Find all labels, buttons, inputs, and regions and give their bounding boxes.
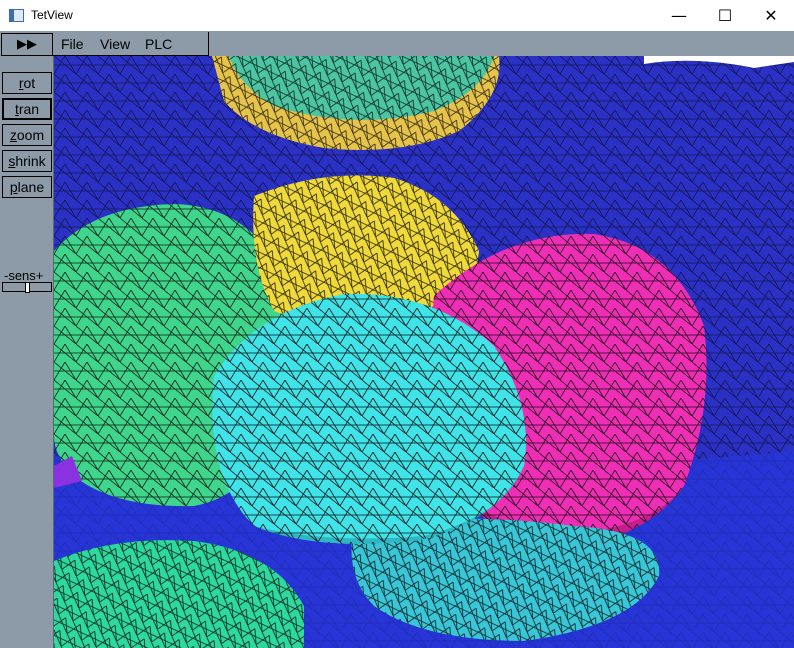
window-title: TetView (31, 8, 73, 22)
3d-mesh-viewport[interactable] (54, 56, 794, 648)
zoom-button-label: oom (16, 127, 45, 143)
menu-area: File View PLC (53, 32, 209, 56)
menu-file[interactable]: File (61, 36, 84, 52)
rot-button[interactable]: rot (2, 72, 52, 94)
title-bar: TetView — ☐ ✕ (0, 0, 794, 32)
plane-button-accel: p (9, 179, 18, 195)
tool-sidebar: rot tran zoom shrink plane -sens+ (0, 56, 54, 648)
zoom-button-accel: z (9, 127, 17, 143)
sensitivity-label: -sens+ (4, 268, 44, 283)
mesh-canvas (54, 56, 794, 648)
play-forward-button[interactable]: ▶▶ (1, 33, 53, 56)
tran-button[interactable]: tran (2, 98, 52, 120)
rot-button-label: ot (23, 75, 36, 91)
close-button[interactable]: ✕ (748, 0, 794, 31)
shrink-button-label: hrink (15, 153, 46, 169)
sensitivity-slider-knob[interactable] (25, 282, 30, 293)
minimize-button[interactable]: — (656, 0, 702, 31)
sensitivity-slider[interactable] (2, 282, 52, 293)
shrink-button[interactable]: shrink (2, 150, 52, 172)
plane-button[interactable]: plane (2, 176, 52, 198)
tran-button-label: ran (18, 101, 40, 117)
plane-button-label: lane (17, 179, 45, 195)
tetview-app-icon (9, 9, 24, 22)
maximize-button[interactable]: ☐ (702, 0, 748, 31)
menu-plc[interactable]: PLC (145, 36, 172, 52)
zoom-button[interactable]: zoom (2, 124, 52, 146)
menu-view[interactable]: View (100, 36, 130, 52)
